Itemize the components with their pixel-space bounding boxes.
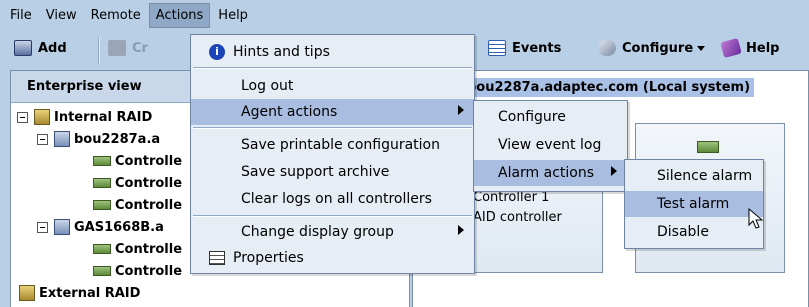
configure-button[interactable]: Configure [598, 40, 706, 56]
tree-item-label: Internal RAID [54, 109, 153, 125]
menu-item-label: Silence alarm [657, 168, 753, 184]
menu-bar: File View Remote Actions Help [0, 0, 809, 30]
tree-item-label: bou2287a.a [74, 131, 161, 147]
menu-item-change-display-group[interactable]: Change display group [191, 219, 474, 245]
menu-item-save-support-archive[interactable]: Save support archive [191, 159, 474, 185]
controller-icon [697, 141, 719, 153]
controller-icon [93, 178, 111, 188]
menu-file[interactable]: File [4, 4, 38, 27]
toolbar-separator [98, 38, 100, 64]
alarm-actions-menu: Silence alarm Test alarm Disable [624, 159, 764, 249]
tree-item-external-raid[interactable]: External RAID [19, 283, 140, 303]
menu-item-label: View event log [498, 137, 602, 153]
menu-item-label: Change display group [241, 224, 394, 240]
create-button-label: Cr [132, 40, 148, 56]
menu-item-disable[interactable]: Disable [625, 219, 763, 245]
collapse-icon[interactable] [17, 111, 28, 123]
menu-separator [193, 127, 472, 129]
menu-view[interactable]: View [40, 4, 83, 27]
controller-icon [93, 244, 111, 254]
add-server-icon [14, 40, 32, 56]
menu-item-alarm-actions[interactable]: Alarm actions [474, 160, 627, 186]
server-icon [54, 219, 70, 235]
card-label: Controller 1 [473, 190, 550, 205]
chevron-down-icon [697, 45, 706, 51]
tree-item-label: Controlle [115, 153, 183, 169]
menu-item-label: Alarm actions [498, 165, 595, 181]
create-icon [108, 40, 126, 56]
menu-item-label: Test alarm [657, 196, 730, 212]
help-book-icon [720, 37, 742, 59]
tree-item-label: External RAID [39, 285, 141, 301]
raid-icon [34, 109, 50, 125]
create-button[interactable]: Cr [108, 40, 148, 56]
menu-item-label: Log out [241, 78, 294, 94]
agent-actions-menu: Configure View event log Alarm actions [473, 100, 628, 192]
menu-item-label: Hints and tips [233, 44, 330, 60]
raid-icon [19, 285, 35, 301]
properties-icon [209, 251, 225, 265]
menu-help[interactable]: Help [212, 4, 254, 27]
events-button-label: Events [512, 40, 562, 56]
tree-item-controller[interactable]: Controlle [93, 151, 182, 171]
help-button-label: Help [746, 40, 780, 56]
menu-item-silence-alarm[interactable]: Silence alarm [625, 163, 763, 189]
menu-item-clear-logs[interactable]: Clear logs on all controllers [191, 186, 474, 212]
menu-item-properties[interactable]: Properties [191, 245, 474, 271]
menu-item-log-out[interactable]: Log out [191, 73, 474, 99]
menu-item-configure[interactable]: Configure [474, 104, 627, 130]
tree-item-label: Controlle [115, 241, 183, 257]
menu-separator [193, 67, 472, 69]
menu-item-label: Save printable configuration [241, 137, 440, 153]
actions-menu: i Hints and tips Log out Agent actions S… [190, 34, 475, 274]
menu-remote[interactable]: Remote [85, 4, 147, 27]
tree-item-label: Controlle [115, 175, 183, 191]
info-icon: i [209, 44, 225, 60]
submenu-arrow-icon [458, 105, 464, 115]
menu-actions[interactable]: Actions [148, 2, 211, 28]
menu-item-agent-actions[interactable]: Agent actions [191, 99, 474, 125]
card-sublabel: AID controller [473, 210, 562, 225]
submenu-arrow-icon [611, 166, 617, 176]
submenu-arrow-icon [458, 225, 464, 235]
controller-icon [93, 200, 111, 210]
help-button[interactable]: Help [720, 37, 780, 59]
collapse-icon[interactable] [37, 133, 48, 145]
menu-item-hints-and-tips[interactable]: i Hints and tips [191, 39, 474, 65]
menu-item-label: Configure [498, 109, 566, 125]
configure-wrench-icon [598, 40, 616, 56]
menu-item-test-alarm[interactable]: Test alarm [625, 191, 763, 217]
menu-item-save-printable-configuration[interactable]: Save printable configuration [191, 132, 474, 158]
server-icon [54, 131, 70, 147]
menu-item-view-event-log[interactable]: View event log [474, 132, 627, 158]
tree-item-label: Controlle [115, 197, 183, 213]
menu-item-label: Save support archive [241, 164, 390, 180]
add-button[interactable]: Add [14, 40, 67, 56]
menu-separator [193, 215, 472, 217]
menu-item-label: Agent actions [241, 104, 338, 120]
events-button[interactable]: Events [488, 40, 561, 56]
system-title: bou2287a.adaptec.com (Local system) [463, 77, 755, 97]
tree-item-internal-raid[interactable]: Internal RAID [17, 107, 152, 127]
add-button-label: Add [38, 40, 67, 56]
mouse-cursor-icon [748, 208, 764, 229]
tree-item-controller[interactable]: Controlle [93, 173, 182, 193]
controller-icon [93, 266, 111, 276]
menu-item-label: Properties [233, 250, 304, 266]
configure-button-label: Configure [622, 40, 694, 56]
tree-item-controller[interactable]: Controlle [93, 261, 182, 281]
tree-item-label: Controlle [115, 263, 183, 279]
controller-icon [93, 156, 111, 166]
tree-item-controller[interactable]: Controlle [93, 195, 182, 215]
menu-item-label: Clear logs on all controllers [241, 191, 432, 207]
tree-item-controller[interactable]: Controlle [93, 239, 182, 259]
tree-item-label: GAS1668B.a [74, 219, 164, 235]
tree-item-system[interactable]: bou2287a.a [37, 129, 160, 149]
events-icon [488, 40, 506, 56]
tree-item-system[interactable]: GAS1668B.a [37, 217, 164, 237]
menu-item-label: Disable [657, 224, 709, 240]
collapse-icon[interactable] [37, 221, 48, 233]
